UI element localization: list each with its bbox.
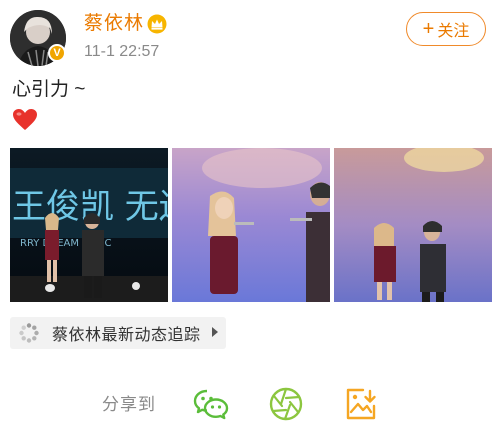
post-text: 心引力 ~ <box>12 79 86 100</box>
post-photo-2[interactable] <box>172 148 330 302</box>
topic-loading-icon <box>19 323 39 343</box>
follow-button[interactable]: + 关注 <box>406 12 486 46</box>
weibo-post-card: V 蔡依林 11-1 22:57 + 关注 心引力 ~ 王俊凯 无边 RRY <box>0 0 494 442</box>
username[interactable]: 蔡依林 <box>84 12 144 36</box>
topic-chip[interactable]: 蔡依林最新动态追踪 <box>10 317 226 349</box>
follow-button-label: 关注 <box>437 23 470 40</box>
concert-photo-2 <box>172 148 330 302</box>
verified-badge: V <box>48 44 66 62</box>
moments-icon[interactable] <box>268 386 304 422</box>
save-image-icon[interactable] <box>343 386 379 422</box>
share-label: 分享到 <box>102 395 156 414</box>
post-timestamp: 11-1 22:57 <box>84 43 160 60</box>
plus-icon: + <box>422 18 435 40</box>
topic-label: 蔡依林最新动态追踪 <box>52 327 201 344</box>
wechat-icon[interactable] <box>193 386 229 422</box>
concert-photo-3 <box>334 148 492 302</box>
crown-icon <box>147 14 167 34</box>
concert-photo-1: 王俊凯 无边 RRY DREAM CONC <box>10 148 168 302</box>
post-photo-3[interactable] <box>334 148 492 302</box>
heart-emoji <box>13 109 37 130</box>
post-photo-1[interactable]: 王俊凯 无边 RRY DREAM CONC <box>10 148 168 302</box>
chevron-right-icon <box>212 327 218 337</box>
